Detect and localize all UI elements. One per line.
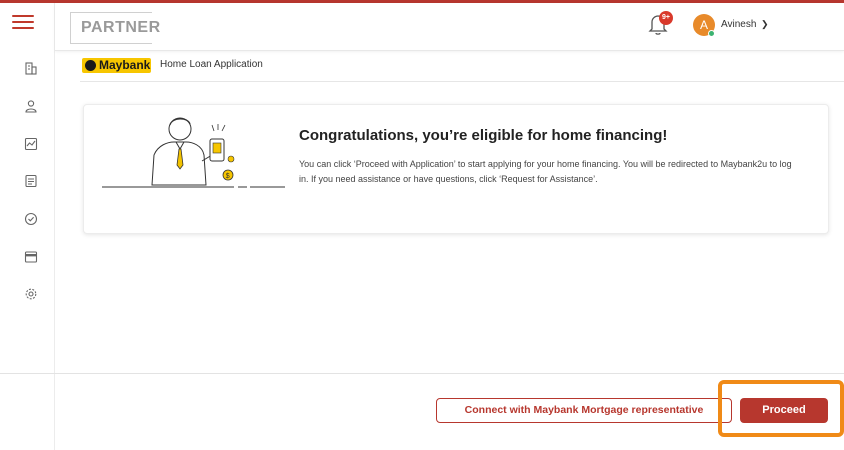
eligibility-card: $ Congratulations, you’re eligible for h…: [83, 104, 829, 234]
card-body-text: You can click ‘Proceed with Application’…: [299, 159, 792, 184]
sidebar: [0, 3, 55, 450]
partner-logo-box: PARTNER: [70, 12, 160, 44]
hamburger-menu-icon[interactable]: [12, 15, 34, 33]
user-icon[interactable]: [24, 99, 38, 113]
connect-representative-button[interactable]: Connect with Maybank Mortgage representa…: [436, 398, 732, 423]
card-icon[interactable]: [24, 250, 38, 264]
breadcrumb: Home Loan Application: [160, 59, 263, 70]
maybank-logo: Maybank: [82, 58, 151, 73]
chevron-down-icon[interactable]: ❯: [761, 19, 769, 30]
online-status-dot: [708, 30, 715, 37]
notification-badge: 9+: [659, 11, 673, 25]
brand-row: Maybank Home Loan Application: [80, 58, 844, 82]
check-circle-icon[interactable]: [24, 212, 38, 226]
footer-divider: [0, 373, 844, 374]
gear-icon[interactable]: [24, 287, 38, 301]
businessman-illustration: $: [102, 109, 288, 191]
user-name[interactable]: Avinesh: [721, 19, 756, 30]
maybank-tiger-icon: [85, 60, 96, 71]
building-icon[interactable]: [24, 61, 38, 75]
chart-icon[interactable]: [24, 137, 38, 151]
proceed-button[interactable]: Proceed: [740, 398, 828, 423]
svg-text:$: $: [226, 173, 230, 180]
card-title: Congratulations, you’re eligible for hom…: [299, 127, 668, 144]
document-icon[interactable]: [24, 174, 38, 188]
